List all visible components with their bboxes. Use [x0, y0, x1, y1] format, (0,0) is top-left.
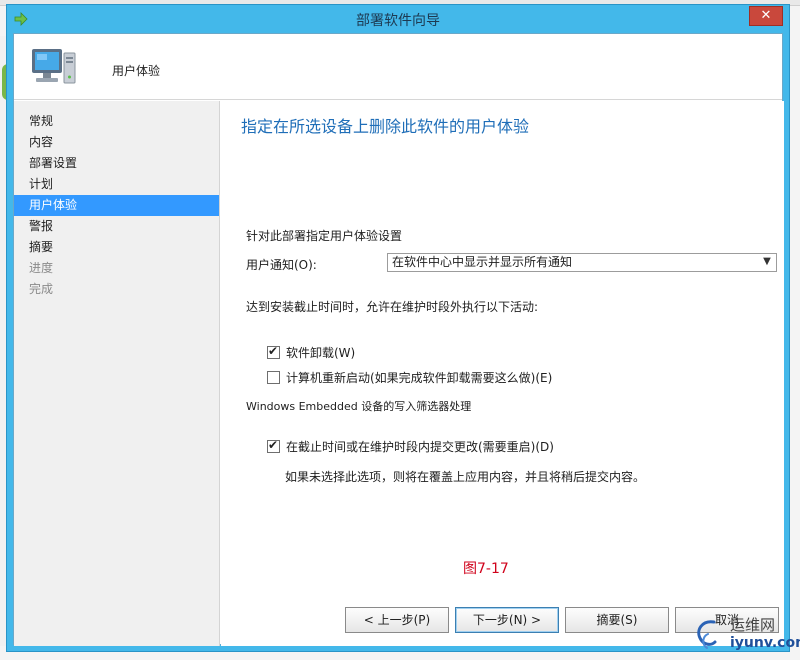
nav-item-summary[interactable]: 摘要	[14, 237, 219, 258]
user-notification-value: 在软件中心中显示并显示所有通知	[392, 255, 573, 269]
previous-button[interactable]: < 上一步(P)	[345, 607, 449, 633]
watermark-line1: 运维网	[730, 616, 776, 634]
nav-item-alerts[interactable]: 警报	[14, 216, 219, 237]
title-bar: 部署软件向导 ✕	[7, 5, 789, 33]
wizard-header: 用户体验	[14, 34, 782, 100]
commit-changes-option[interactable]: ✔ 在截止时间或在维护时段内提交更改(需要重启)(D)	[267, 438, 554, 455]
software-uninstall-checkbox[interactable]: ✔	[267, 344, 280, 359]
watermark-line2: iyunv.com	[730, 635, 800, 651]
summary-button[interactable]: 摘要(S)	[565, 607, 669, 633]
restart-label: 计算机重新启动(如果完成软件卸载需要这么做)(E)	[286, 371, 553, 385]
wizard-navigation: 常规 内容 部署设置 计划 用户体验 警报 摘要 进度 完成	[14, 101, 220, 646]
nav-item-scheduling[interactable]: 计划	[14, 174, 219, 195]
nav-item-deployment-settings[interactable]: 部署设置	[14, 153, 219, 174]
deadline-behavior-text: 达到安装截止时间时，允许在维护时段外执行以下活动:	[246, 300, 539, 314]
window-title: 部署软件向导	[356, 13, 440, 29]
user-notification-label: 用户通知(O):	[246, 258, 317, 272]
commit-changes-note: 如果未选择此选项，则将在覆盖上应用内容，并且将稍后提交内容。	[285, 470, 646, 484]
user-notification-select[interactable]: 在软件中心中显示并显示所有通知 ▼	[387, 253, 777, 272]
watermark-logo-icon	[697, 620, 717, 649]
wizard-page: 指定在所选设备上删除此软件的用户体验 针对此部署指定用户体验设置 用户通知(O)…	[221, 101, 784, 646]
figure-caption: 图7-17	[463, 561, 509, 577]
restart-option[interactable]: 计算机重新启动(如果完成软件卸载需要这么做)(E)	[267, 369, 552, 386]
nav-item-progress: 进度	[29, 261, 54, 275]
nav-item-completion: 完成	[29, 282, 54, 296]
computer-icon	[32, 49, 76, 84]
deploy-software-wizard-window: 部署软件向导 ✕ 用户体验 常规 内容 部署设置 计划 用户体验 警报 摘要 进…	[6, 4, 790, 652]
header-title: 用户体验	[112, 64, 161, 78]
software-uninstall-label: 软件卸载(W)	[286, 346, 356, 360]
commit-changes-checkbox[interactable]: ✔	[267, 438, 280, 453]
checkmark-icon: ✔	[268, 438, 279, 452]
next-button[interactable]: 下一步(N) >	[455, 607, 559, 633]
restart-checkbox[interactable]	[267, 371, 280, 384]
checkmark-icon: ✔	[268, 344, 279, 358]
page-heading: 指定在所选设备上删除此软件的用户体验	[241, 117, 530, 136]
software-uninstall-option[interactable]: ✔ 软件卸载(W)	[267, 344, 355, 361]
nav-item-content[interactable]: 内容	[14, 132, 219, 153]
section-label: 针对此部署指定用户体验设置	[246, 229, 403, 243]
nav-item-user-experience[interactable]: 用户体验	[14, 195, 219, 216]
close-button[interactable]: ✕	[749, 6, 783, 26]
nav-item-general[interactable]: 常规	[14, 111, 219, 132]
watermark: 运维网 iyunv.com	[690, 612, 800, 656]
chevron-down-icon[interactable]: ▼	[761, 256, 773, 268]
wizard-client-area: 用户体验 常规 内容 部署设置 计划 用户体验 警报 摘要 进度 完成 指定在所…	[13, 33, 784, 646]
write-filter-section-title: Windows Embedded 设备的写入筛选器处理	[246, 400, 472, 413]
commit-changes-label: 在截止时间或在维护时段内提交更改(需要重启)(D)	[286, 440, 554, 454]
